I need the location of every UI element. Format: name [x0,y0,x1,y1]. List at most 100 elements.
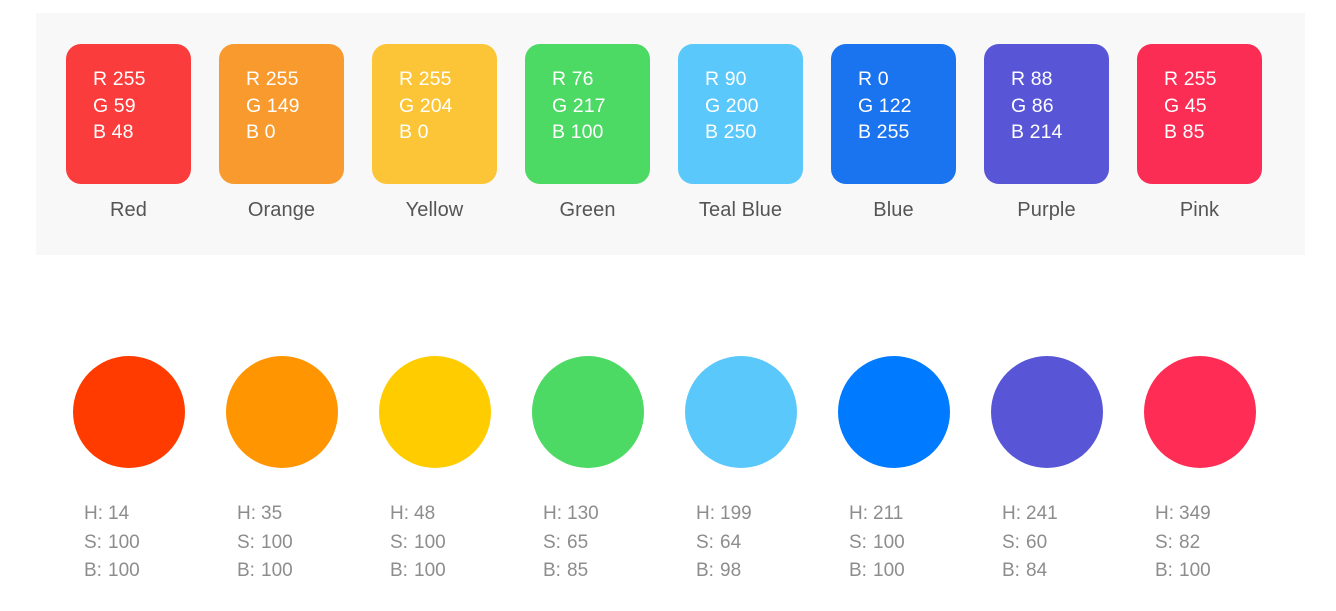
rgb-green-value: G 217 [552,94,606,117]
hsb-column-yellow: H: 48 S: 100 B: 100 [372,500,497,586]
hsb-saturation-line: S: 82 [1155,529,1262,558]
color-circle-purple[interactable] [990,356,1103,468]
hsb-hue-key: H: [390,503,409,524]
rgb-green-value: G 86 [1011,94,1054,117]
hsb-row: H: 14 S: 100 B: 100 H: 35 S: 100 B: 100 … [36,500,1305,586]
swatch-panel: R 255 G 59 B 48 Red R 255 G 149 B 0 Oran… [36,13,1305,255]
rgb-blue-value: B 100 [552,121,604,143]
hsb-brightness-line: B: 100 [84,557,191,586]
color-circle-orange[interactable] [225,356,338,468]
hsb-brightness-value: 100 [414,560,446,581]
hsb-brightness-key: B: [390,560,408,581]
swatch-chip-orange[interactable]: R 255 G 149 B 0 [219,44,344,184]
hsb-hue-key: H: [84,503,103,524]
hsb-column-orange: H: 35 S: 100 B: 100 [219,500,344,586]
hsb-saturation-line: S: 100 [849,529,956,558]
rgb-red-value: R 90 [705,68,747,90]
rgb-red-value: R 255 [399,68,452,90]
circle-column [984,356,1109,468]
rgb-blue-value: B 214 [1011,121,1063,143]
hsb-hue-value: 349 [1179,503,1211,524]
color-circle-blue[interactable] [837,356,950,468]
hsb-brightness-value: 84 [1026,560,1048,581]
hsb-hue-value: 48 [414,503,436,524]
hsb-brightness-line: B: 100 [390,557,497,586]
hsb-brightness-value: 85 [567,560,589,581]
swatch-chip-green[interactable]: R 76 G 217 B 100 [525,44,650,184]
hsb-column-blue: H: 211 S: 100 B: 100 [831,500,956,586]
swatch-column: R 255 G 59 B 48 Red [66,44,191,222]
circle-column [678,356,803,468]
hsb-hue-line: H: 349 [1155,500,1262,529]
hsb-saturation-line: S: 65 [543,529,650,558]
swatch-label-green: Green [559,199,616,221]
hsb-brightness-key: B: [84,560,102,581]
hsb-hue-line: H: 48 [390,500,497,529]
hsb-column-green: H: 130 S: 65 B: 85 [525,500,650,586]
swatch-chip-teal-blue[interactable]: R 90 G 200 B 250 [678,44,803,184]
swatch-label-purple: Purple [1017,199,1076,221]
hsb-brightness-value: 100 [261,560,293,581]
hsb-brightness-value: 98 [720,560,742,581]
hsb-hue-key: H: [543,503,562,524]
hsb-brightness-line: B: 100 [237,557,344,586]
circle-column [219,356,344,468]
circle-column [1137,356,1262,468]
color-circle-pink[interactable] [1143,356,1256,468]
hsb-hue-line: H: 241 [1002,500,1109,529]
hsb-hue-line: H: 199 [696,500,803,529]
rgb-green-value: G 149 [246,94,300,117]
hsb-hue-value: 130 [567,503,599,524]
hsb-brightness-key: B: [1155,560,1173,581]
hsb-hue-key: H: [1155,503,1174,524]
hsb-brightness-line: B: 98 [696,557,803,586]
hsb-saturation-value: 60 [1026,531,1048,553]
color-circle-teal-blue[interactable] [684,356,797,468]
color-circle-green[interactable] [531,356,644,468]
color-circle-yellow[interactable] [378,356,491,468]
hsb-hue-value: 35 [261,503,283,524]
hsb-brightness-line: B: 100 [1155,557,1262,586]
hsb-saturation-key: S: [390,531,408,553]
hsb-column-pink: H: 349 S: 82 B: 100 [1137,500,1262,586]
hsb-saturation-value: 65 [567,531,589,553]
hsb-saturation-value: 64 [720,531,742,553]
swatch-column: R 255 G 149 B 0 Orange [219,44,344,222]
hsb-saturation-key: S: [1002,531,1020,553]
hsb-brightness-key: B: [696,560,714,581]
hsb-column-purple: H: 241 S: 60 B: 84 [984,500,1109,586]
swatch-column: R 90 G 200 B 250 Teal Blue [678,44,803,222]
hsb-brightness-value: 100 [108,560,140,581]
rgb-green-value: G 45 [1164,94,1207,117]
hsb-column-teal-blue: H: 199 S: 64 B: 98 [678,500,803,586]
hsb-hue-value: 241 [1026,503,1058,524]
hsb-saturation-line: S: 100 [390,529,497,558]
hsb-saturation-key: S: [237,531,255,553]
color-palette-page: R 255 G 59 B 48 Red R 255 G 149 B 0 Oran… [0,0,1336,611]
hsb-hue-value: 199 [720,503,752,524]
swatch-chip-purple[interactable]: R 88 G 86 B 214 [984,44,1109,184]
hsb-saturation-value: 100 [261,531,293,553]
hsb-brightness-key: B: [237,560,255,581]
swatch-chip-blue[interactable]: R 0 G 122 B 255 [831,44,956,184]
rgb-red-value: R 0 [858,68,889,90]
swatch-chip-pink[interactable]: R 255 G 45 B 85 [1137,44,1262,184]
hsb-hue-line: H: 130 [543,500,650,529]
rgb-blue-value: B 85 [1164,121,1205,143]
hsb-brightness-value: 100 [1179,560,1211,581]
hsb-saturation-value: 82 [1179,531,1201,553]
swatch-chip-red[interactable]: R 255 G 59 B 48 [66,44,191,184]
hsb-saturation-key: S: [849,531,867,553]
hsb-hue-key: H: [849,503,868,524]
circle-column [831,356,956,468]
hsb-hue-line: H: 35 [237,500,344,529]
swatch-chip-yellow[interactable]: R 255 G 204 B 0 [372,44,497,184]
hsb-saturation-line: S: 100 [237,529,344,558]
hsb-brightness-line: B: 85 [543,557,650,586]
rgb-green-value: G 204 [399,94,453,117]
hsb-column-red: H: 14 S: 100 B: 100 [66,500,191,586]
hsb-brightness-value: 100 [873,560,905,581]
hsb-hue-value: 211 [873,503,904,524]
color-circle-red[interactable] [72,356,185,468]
swatch-column: R 88 G 86 B 214 Purple [984,44,1109,222]
